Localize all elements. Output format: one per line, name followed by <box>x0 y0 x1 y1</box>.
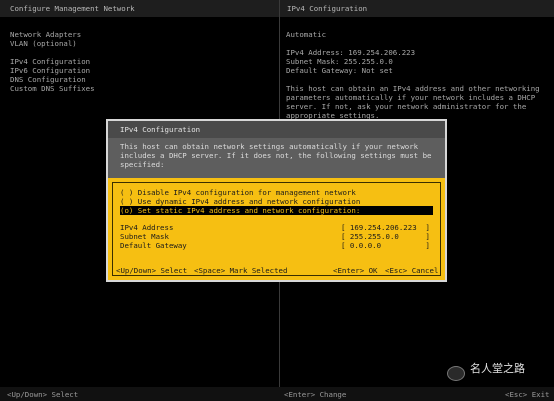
footer-bar: <Up/Down> Select <Enter> Change <Esc> Ex… <box>0 387 554 401</box>
default-gateway-info: Default Gateway: Not set <box>286 66 393 75</box>
ipv4-info-panel: Automatic IPv4 Address: 169.254.206.223 … <box>286 30 540 120</box>
dialog-desc-line-1: This host can obtain network settings au… <box>120 142 419 151</box>
option-dynamic-ipv4[interactable]: ( ) Use dynamic IPv4 address and network… <box>120 197 360 206</box>
watermark-text: 名人堂之路 <box>470 362 525 375</box>
default-gateway-label: Default Gateway <box>120 241 187 250</box>
subnet-mask-label: Subnet Mask <box>120 232 169 241</box>
ipv4-address-field[interactable]: [ 169.254.206.223 ] <box>341 223 430 232</box>
help-line-2: parameters automatically if your network… <box>286 93 536 102</box>
ipv4-address-label: IPv4 Address <box>120 223 174 232</box>
config-menu: Network Adapters VLAN (optional) IPv4 Co… <box>10 30 95 93</box>
ipv4-address-info: IPv4 Address: 169.254.206.223 <box>286 48 416 57</box>
menu-item-vlan[interactable]: VLAN (optional) <box>10 39 95 48</box>
wechat-logo-icon <box>447 366 465 381</box>
menu-item-ipv6[interactable]: IPv6 Configuration <box>10 66 95 75</box>
key-hint-space: <Space> Mark Selected <box>194 266 288 275</box>
footer-updown-hint: <Up/Down> Select <box>7 390 79 399</box>
help-line-1: This host can obtain an IPv4 address and… <box>286 84 540 93</box>
dialog-body: ( ) Disable IPv4 configuration for manag… <box>108 178 445 280</box>
subnet-mask-field[interactable]: [ 255.255.0.0 ] <box>341 232 430 241</box>
ipv4-mode: Automatic <box>286 30 327 39</box>
subnet-mask-info: Subnet Mask: 255.255.0.0 <box>286 57 393 66</box>
help-line-3: server. If not, ask your network adminis… <box>286 102 527 111</box>
dialog-desc-line-2: includes a DHCP server. If it does not, … <box>120 151 432 160</box>
ipv4-config-dialog: IPv4 Configuration This host can obtain … <box>106 119 447 282</box>
option-static-ipv4[interactable]: (o) Set static IPv4 address and network … <box>120 206 433 215</box>
ok-button[interactable]: <Enter> OK <box>333 266 378 275</box>
header-bar: Configure Management Network IPv4 Config… <box>0 0 554 17</box>
dialog-desc-line-3: specified: <box>120 160 165 169</box>
footer-esc-hint: <Esc> Exit <box>505 390 550 399</box>
footer-enter-hint: <Enter> Change <box>284 390 347 399</box>
dialog-title: IPv4 Configuration <box>108 121 445 138</box>
menu-item-ipv4[interactable]: IPv4 Configuration <box>10 57 95 66</box>
key-hint-updown: <Up/Down> Select <box>116 266 188 275</box>
header-right-title: IPv4 Configuration <box>287 4 368 13</box>
menu-item-dns[interactable]: DNS Configuration <box>10 75 95 84</box>
cancel-button[interactable]: <Esc> Cancel <box>385 266 438 275</box>
header-left-title: Configure Management Network <box>10 4 135 13</box>
default-gateway-field[interactable]: [ 0.0.0.0 ] <box>341 241 430 250</box>
menu-item-network-adapters[interactable]: Network Adapters <box>10 30 95 39</box>
dialog-description: This host can obtain network settings au… <box>120 142 431 169</box>
option-disable-ipv4[interactable]: ( ) Disable IPv4 configuration for manag… <box>120 188 356 197</box>
menu-item-dns-suffixes[interactable]: Custom DNS Suffixes <box>10 84 95 93</box>
